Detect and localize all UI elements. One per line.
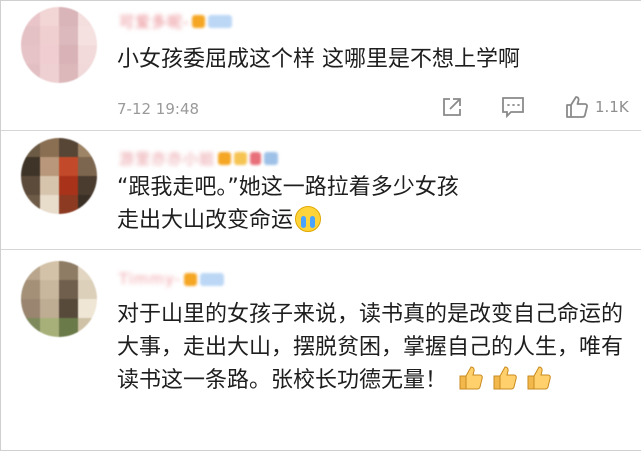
- avatar-mosaic-tile: [40, 45, 59, 64]
- avatar-mosaic-tile: [21, 195, 40, 214]
- comment-item: Timmy- 对于山里的女孩子来说，读书真的是改变自己命运的大事，走出大山，摆脱…: [1, 250, 641, 450]
- thumbs-up-emoji-icon: [493, 366, 517, 390]
- avatar-mosaic-tile: [21, 64, 40, 83]
- vip-badge: [208, 14, 233, 28]
- avatar-mosaic-tile: [40, 195, 59, 214]
- avatar-mosaic-tile: [21, 176, 40, 195]
- avatar[interactable]: [21, 7, 97, 83]
- level-badge: [184, 272, 198, 286]
- avatar-mosaic-tile: [21, 261, 40, 280]
- level-badge: [192, 14, 206, 28]
- avatar-mosaic-tile: [78, 176, 97, 195]
- comment-icon: [502, 97, 524, 118]
- username[interactable]: 可爱多呢-: [119, 11, 189, 32]
- avatar-mosaic-tile: [40, 26, 59, 45]
- username-row: 可爱多呢-: [119, 11, 233, 32]
- avatar-mosaic-tile: [21, 299, 40, 318]
- avatar-mosaic-tile: [21, 280, 40, 299]
- avatar-mosaic-tile: [40, 138, 59, 157]
- avatar-mosaic-tile: [78, 195, 97, 214]
- avatar-mosaic-tile: [40, 176, 59, 195]
- comment-actions: 1.1K: [441, 95, 629, 119]
- avatar-mosaic-tile: [59, 157, 78, 176]
- avatar-mosaic-tile: [40, 64, 59, 83]
- avatar-mosaic-tile: [21, 157, 40, 176]
- level-badge: [218, 151, 232, 165]
- fan-badge: [264, 151, 279, 165]
- comment-text: “跟我走吧。”她这一路拉着多少女孩走出大山改变命运: [117, 171, 477, 237]
- share-icon: [443, 98, 461, 116]
- avatar-mosaic-tile: [59, 318, 78, 337]
- avatar-mosaic-tile: [59, 176, 78, 195]
- avatar-mosaic-tile: [40, 280, 59, 299]
- share-button[interactable]: [441, 96, 463, 118]
- avatar-mosaic-tile: [78, 299, 97, 318]
- avatar-mosaic-tile: [40, 7, 59, 26]
- avatar-mosaic-tile: [78, 157, 97, 176]
- username-row: 游里亦亦小姐: [119, 148, 279, 169]
- avatar-mosaic-tile: [40, 318, 59, 337]
- thumbs-up-icon: [566, 96, 588, 118]
- avatar-mosaic-tile: [21, 45, 40, 64]
- avatar-mosaic-tile: [21, 138, 40, 157]
- comment-item: 可爱多呢- 小女孩委屈成这个样 这哪里是不想上学啊 7-12 19:48 1.1…: [1, 1, 641, 130]
- comment-item: 游里亦亦小姐 “跟我走吧。”她这一路拉着多少女孩走出大山改变命运: [1, 131, 641, 249]
- avatar-mosaic-tile: [59, 7, 78, 26]
- avatar-mosaic-tile: [78, 261, 97, 280]
- avatar[interactable]: [21, 138, 97, 214]
- avatar-mosaic-tile: [78, 138, 97, 157]
- comment-text: 小女孩委屈成这个样 这哪里是不想上学啊: [117, 47, 520, 72]
- avatar-mosaic-tile: [40, 299, 59, 318]
- avatar-mosaic-tile: [21, 318, 40, 337]
- avatar-mosaic-tile: [21, 26, 40, 45]
- vip-badge: [200, 272, 225, 286]
- medal-badge: [234, 151, 248, 165]
- like-count: 1.1K: [595, 98, 629, 116]
- thumbs-up-emoji-icon: [527, 366, 551, 390]
- username[interactable]: 游里亦亦小姐: [119, 148, 215, 169]
- like-button[interactable]: 1.1K: [565, 95, 629, 119]
- username[interactable]: Timmy-: [119, 270, 181, 288]
- comment-list: 可爱多呢- 小女孩委屈成这个样 这哪里是不想上学啊 7-12 19:48 1.1…: [0, 0, 641, 451]
- avatar-mosaic-tile: [78, 318, 97, 337]
- crying-emoji-icon: [295, 206, 322, 232]
- flower-badge: [250, 151, 262, 165]
- avatar-mosaic-tile: [59, 299, 78, 318]
- username-row: Timmy-: [119, 269, 225, 289]
- avatar-mosaic-tile: [78, 64, 97, 83]
- avatar-mosaic-tile: [59, 195, 78, 214]
- avatar-mosaic-tile: [21, 7, 40, 26]
- thumbs-up-emoji-icon: [459, 366, 483, 390]
- avatar-mosaic-tile: [59, 26, 78, 45]
- avatar-mosaic-tile: [59, 138, 78, 157]
- avatar-mosaic-tile: [78, 7, 97, 26]
- comment-text: 对于山里的女孩子来说，读书真的是改变自己命运的大事，走出大山，摆脱贫困，掌握自己…: [117, 298, 627, 397]
- avatar-mosaic-tile: [59, 261, 78, 280]
- avatar-mosaic-tile: [78, 26, 97, 45]
- avatar-mosaic-tile: [78, 280, 97, 299]
- avatar-mosaic-tile: [59, 280, 78, 299]
- avatar-mosaic-tile: [59, 64, 78, 83]
- comment-text-content: “跟我走吧。”她这一路拉着多少女孩走出大山改变命运: [117, 175, 459, 233]
- avatar-mosaic-tile: [40, 157, 59, 176]
- avatar-mosaic-tile: [78, 45, 97, 64]
- avatar-mosaic-tile: [40, 261, 59, 280]
- avatar-mosaic-tile: [59, 45, 78, 64]
- comment-time: 7-12 19:48: [117, 100, 200, 118]
- avatar[interactable]: [21, 261, 97, 337]
- reply-button[interactable]: [501, 96, 525, 118]
